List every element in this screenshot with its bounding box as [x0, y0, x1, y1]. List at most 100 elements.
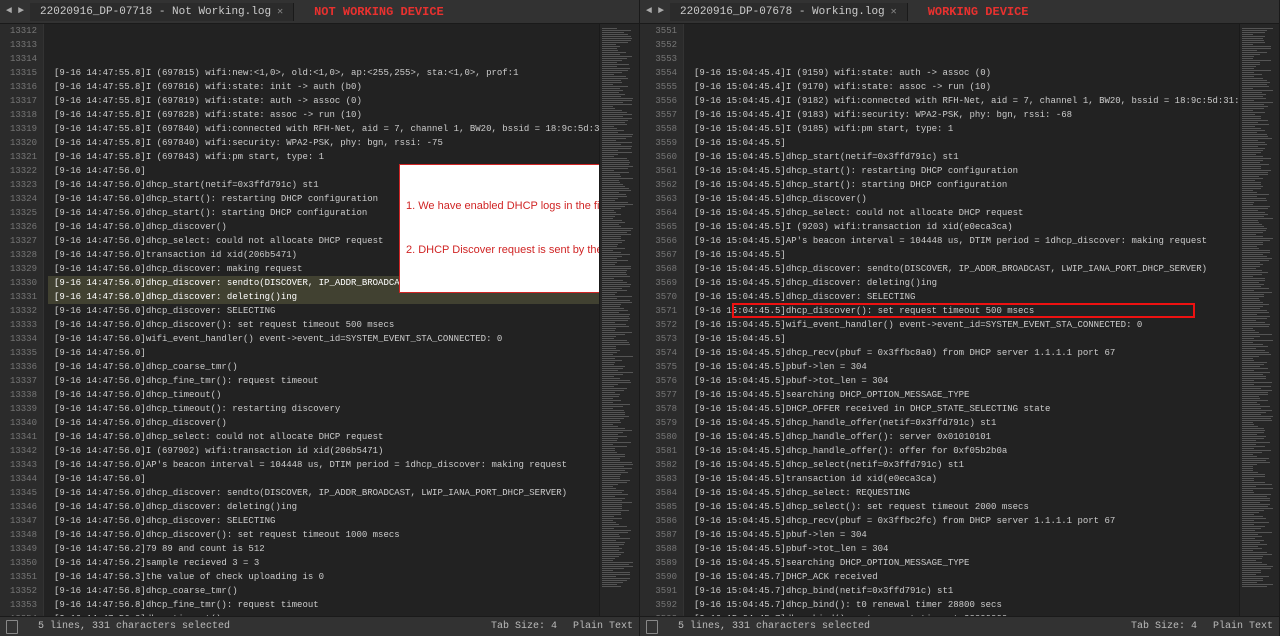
log-line[interactable]: [9-16 15:04:45.5]dhcp_discover(): [688, 192, 1239, 206]
annotation-line2: 2. DHCP Discover request is sent by the …: [406, 243, 597, 258]
log-line[interactable]: [9-16 15:04:45.5]dhcp_select(): set requ…: [688, 500, 1239, 514]
log-line[interactable]: [9-16 14:47:56.2]79 89 and count is 512: [48, 542, 599, 556]
log-line[interactable]: [9-16 14:47:56.0]dhcp_timeout(): restart…: [48, 402, 599, 416]
log-line[interactable]: [9-16 14:47:56.0]dhcp_select: could not …: [48, 430, 599, 444]
left-tab[interactable]: 22020916_DP-07718 - Not Working.log ✕: [30, 3, 294, 21]
status-selection: 5 lines, 331 characters selected: [38, 621, 230, 632]
log-line[interactable]: [9-16 15:04:45.5]searching DHCP_OPTION_M…: [688, 388, 1239, 402]
log-line[interactable]: [9-16 15:04:45.5]DHCP_OFFER received in …: [688, 402, 1239, 416]
left-minimap[interactable]: [599, 24, 639, 616]
log-line[interactable]: [9-16 14:47:55.8]I (697840) wifi:connect…: [48, 122, 599, 136]
right-gutter: 3551355235533554355535563557355835593560…: [640, 24, 684, 616]
log-line[interactable]: [9-16 15:04:45.5]pbuf->tot_len = 304: [688, 542, 1239, 556]
left-statusbar: 5 lines, 331 characters selected Tab Siz…: [0, 616, 639, 636]
log-line[interactable]: [9-16 14:47:56.0]AP's beacon interval = …: [48, 458, 599, 472]
log-line[interactable]: [9-16 14:47:56.0]: [48, 346, 599, 360]
log-line[interactable]: [9-16 15:04:45.4]I (9183) wifi:security:…: [688, 108, 1239, 122]
log-line[interactable]: [9-16 14:47:55.8]I (697840) wifi:securit…: [48, 136, 599, 150]
close-icon[interactable]: ✕: [277, 6, 283, 18]
log-line[interactable]: [9-16 14:47:55.8]I (697816) wifi:state: …: [48, 80, 599, 94]
log-line[interactable]: [9-16 15:04:45.5]pbuf->tot_len = 304: [688, 374, 1239, 388]
log-line[interactable]: [9-16 14:47:56.0]I (697902) wifi:transac…: [48, 444, 599, 458]
left-content[interactable]: 1. We have enabled DHCP logs in the firm…: [44, 24, 599, 616]
status-syntax[interactable]: Plain Text: [573, 621, 633, 632]
annotation-line1: 1. We have enabled DHCP logs in the firm…: [406, 199, 597, 214]
log-line[interactable]: [9-16 14:47:56.2]sample recieved 3 = 3: [48, 556, 599, 570]
log-line[interactable]: [9-16 14:47:55.8]I (697843) wifi:pm star…: [48, 150, 599, 164]
log-line[interactable]: [9-16 15:04:45.5]dhcp_start(): starting …: [688, 178, 1239, 192]
log-line[interactable]: [9-16 14:47:56.8]dhcp_coarse_tmr(): [48, 584, 599, 598]
log-line[interactable]: [9-16 15:04:45.5]dhcp_recv(pbuf = 0x3ffb…: [688, 346, 1239, 360]
tab-title: 22020916_DP-07718 - Not Working.log: [40, 6, 271, 18]
log-line[interactable]: [9-16 14:47:56.0]wifi_event_handler() ev…: [48, 332, 599, 346]
log-line[interactable]: [9-16 14:47:56.0]dhcp_timeout(): [48, 388, 599, 402]
log-line[interactable]: [9-16 14:47:56.0]dhcp_discover: deleting…: [48, 500, 599, 514]
log-line[interactable]: [9-16 14:47:55.8]I (697828) wifi:state: …: [48, 108, 599, 122]
log-line[interactable]: [9-16 15:04:45.5]transaction id xid(e0ec…: [688, 472, 1239, 486]
log-line[interactable]: [9-16 14:47:56.0]dhcp_discover(): [48, 416, 599, 430]
log-line[interactable]: [9-16 15:04:45.5]pbuf->len = 304: [688, 360, 1239, 374]
right-log-area[interactable]: 3551355235533554355535563557355835593560…: [640, 24, 1279, 616]
log-line[interactable]: [9-16 15:04:45.5]: [688, 332, 1239, 346]
left-header-label: NOT WORKING DEVICE: [314, 5, 444, 19]
status-syntax[interactable]: Plain Text: [1213, 621, 1273, 632]
right-content[interactable]: [9-16 15:04:45.4]I (9159) wifi:state: au…: [684, 24, 1239, 616]
log-line[interactable]: [9-16 15:04:45.5]I (9185) wifi:pm start,…: [688, 122, 1239, 136]
log-line[interactable]: [9-16 15:04:45.5]dhcp_start(netif=0x3ffd…: [688, 150, 1239, 164]
log-line[interactable]: [9-16 15:04:45.5]searching DHCP_OPTION_M…: [688, 556, 1239, 570]
log-line[interactable]: [9-16 14:47:56.0]dhcp_discover(): set re…: [48, 528, 599, 542]
right-tab[interactable]: 22020916_DP-07678 - Working.log ✕: [670, 3, 908, 21]
log-line[interactable]: [9-16 14:47:56.0]dhcp_discover: SELECTIN…: [48, 514, 599, 528]
log-line[interactable]: [9-16 15:04:45.7]dhcp_bind(netif=0x3ffd7…: [688, 584, 1239, 598]
left-log-area[interactable]: 1331213313133141331513316133171331813319…: [0, 24, 639, 616]
log-line[interactable]: [9-16 14:47:55.8]I (697819) wifi:state: …: [48, 94, 599, 108]
log-line[interactable]: [9-16 14:47:56.0]dhcp_discover: sendto(D…: [48, 486, 599, 500]
document-icon: [646, 620, 658, 634]
log-line[interactable]: [9-16 15:04:45.5]dhcp_discover: sendto(D…: [688, 262, 1239, 276]
nav-arrows[interactable]: ◄ ►: [0, 6, 30, 17]
log-line[interactable]: [9-16 14:47:56.0]dhcp_fine_tmr(): reques…: [48, 374, 599, 388]
log-line[interactable]: [9-16 14:47:56.0]dhcp_coarse_tmr(): [48, 360, 599, 374]
log-line[interactable]: [9-16 15:04:45.5]AP's beacon interval = …: [688, 234, 1239, 248]
log-line[interactable]: [9-16 15:04:45.5]wifi_event_handler() ev…: [688, 318, 1239, 332]
status-tabsize[interactable]: Tab Size: 4: [491, 621, 557, 632]
log-line[interactable]: [9-16 15:04:45.4]I (9159) wifi:state: au…: [688, 66, 1239, 80]
log-line[interactable]: [9-16 15:04:45.5]dhcp_select: could not …: [688, 206, 1239, 220]
log-line[interactable]: [9-16 15:04:45.7]dhcp_bind(): set reques…: [688, 612, 1239, 616]
log-line[interactable]: [9-16 15:04:45.5]dhcp_handle_offer(): of…: [688, 444, 1239, 458]
log-line[interactable]: [9-16 15:04:45.5]dhcp_recv(pbuf = 0x3ffb…: [688, 514, 1239, 528]
log-line[interactable]: [9-16 14:47:56.8]dhcp_fine_tmr(): reques…: [48, 598, 599, 612]
log-line[interactable]: [9-16 15:04:45.5]dhcp_discover(): set re…: [688, 304, 1239, 318]
log-line[interactable]: [9-16 14:47:55.8]I (697815) wifi:new:<1,…: [48, 66, 599, 80]
log-line[interactable]: [9-16 15:04:45.5]dhcp_start(): restartin…: [688, 164, 1239, 178]
log-line[interactable]: [9-16 15:04:45.5]pbuf->len = 304: [688, 528, 1239, 542]
right-pane: ◄ ► 22020916_DP-07678 - Working.log ✕ WO…: [640, 0, 1280, 636]
log-line[interactable]: [9-16 14:47:56.0]dhcp_discover: SELECTIN…: [48, 304, 599, 318]
log-line[interactable]: [9-16 14:47:56.0]dhcp_discover(): set re…: [48, 318, 599, 332]
log-line[interactable]: [9-16 15:04:45.5]dhcp_discover: SELECTIN…: [688, 290, 1239, 304]
nav-arrows[interactable]: ◄ ►: [640, 6, 670, 17]
log-line[interactable]: [9-16 15:04:45.5]: [688, 248, 1239, 262]
log-line[interactable]: [9-16 15:04:45.5]dhcp_handle_offer(): se…: [688, 430, 1239, 444]
log-line[interactable]: [9-16 15:04:45.4]I (9182) wifi:connected…: [688, 94, 1239, 108]
close-icon[interactable]: ✕: [891, 6, 897, 18]
log-line[interactable]: [9-16 14:47:56.3]the value of check uplo…: [48, 570, 599, 584]
left-gutter: 1331213313133141331513316133171331813319…: [0, 24, 44, 616]
log-line[interactable]: [9-16 15:04:45.5]dhcp_select(netif=0x3ff…: [688, 458, 1239, 472]
log-line[interactable]: [9-16 15:04:45.5]dhcp_select: REQUESTING: [688, 486, 1239, 500]
right-minimap[interactable]: [1239, 24, 1279, 616]
log-line[interactable]: [9-16 14:47:56.0]: [48, 472, 599, 486]
left-pane: ◄ ► 22020916_DP-07718 - Not Working.log …: [0, 0, 640, 636]
log-line[interactable]: [9-16 14:47:56.8]dhcp_timeout(): [48, 612, 599, 616]
log-line[interactable]: [9-16 15:04:45.5]dhcp_discover: deleting…: [688, 276, 1239, 290]
log-line[interactable]: [9-16 15:04:45.5]dhcp_handle_offer(netif…: [688, 416, 1239, 430]
annotation-callout: 1. We have enabled DHCP logs in the firm…: [399, 164, 599, 293]
log-line[interactable]: [9-16 15:04:45.7]DHCP_ACK received: [688, 570, 1239, 584]
log-line[interactable]: [9-16 15:04:45.4]I (9170) wifi:state: as…: [688, 80, 1239, 94]
log-line[interactable]: [9-16 15:04:45.5]: [688, 136, 1239, 150]
left-tabbar: ◄ ► 22020916_DP-07718 - Not Working.log …: [0, 0, 639, 24]
log-line[interactable]: [9-16 15:04:45.7]dhcp_bind(): t0 renewal…: [688, 598, 1239, 612]
status-tabsize[interactable]: Tab Size: 4: [1131, 621, 1197, 632]
log-line[interactable]: [9-16 15:04:45.5]I (9203) wifi:transacti…: [688, 220, 1239, 234]
right-tabbar: ◄ ► 22020916_DP-07678 - Working.log ✕ WO…: [640, 0, 1279, 24]
